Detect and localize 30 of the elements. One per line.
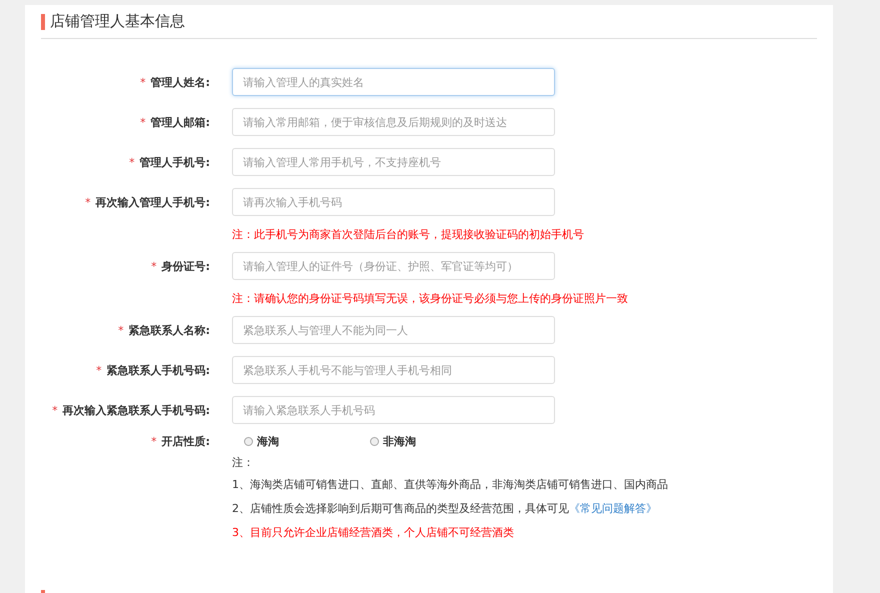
field-label: * 管理人姓名:	[139, 74, 210, 90]
radio-icon[interactable]	[370, 436, 379, 446]
input-field[interactable]: 请输入常用邮箱，便于审核信息及后期规则的及时送达	[232, 108, 555, 136]
section-title: 店铺管理人基本信息	[50, 12, 185, 31]
input-field[interactable]: 紧急联系人手机号不能与管理人手机号相同	[232, 356, 555, 384]
input-field[interactable]: 请输入管理人常用手机号，不支持座机号	[232, 148, 555, 176]
field-label: * 管理人邮箱:	[139, 114, 210, 130]
note-text: 1、海淘类店铺可销售进口、直邮、直供等海外商品，非海淘类店铺可销售进口、国内商品	[232, 476, 668, 492]
notes-heading: 注：	[232, 454, 254, 470]
field-label: * 紧急联系人手机号码:	[95, 362, 210, 378]
note-text: 3、目前只允许企业店铺经营酒类，个人店铺不可经营酒类	[232, 524, 514, 540]
section-marker	[41, 14, 45, 30]
note-text: 注：此手机号为商家首次登陆后台的账号，提现接收验证码的初始手机号	[232, 226, 584, 242]
field-label: * 再次输入紧急联系人手机号码:	[51, 402, 210, 418]
field-label: * 开店性质:	[150, 434, 210, 448]
input-field[interactable]: 请再次输入手机号码	[232, 188, 555, 216]
field-label: * 管理人手机号:	[128, 154, 210, 170]
note-text: 注：请确认您的身份证号码填写无误，该身份证号必须与您上传的身份证照片一致	[232, 290, 628, 306]
input-field[interactable]: 紧急联系人与管理人不能为同一人	[232, 316, 555, 344]
radio-icon[interactable]	[244, 436, 253, 446]
radio-option[interactable]: 海淘	[232, 434, 358, 448]
field-label: * 身份证号:	[150, 258, 210, 274]
note-text: 2、店铺性质会选择影响到后期可售商品的类型及经营范围，具体可见《常见问题解答》	[232, 500, 657, 516]
field-label: * 再次输入管理人手机号:	[84, 194, 210, 210]
faq-link[interactable]: 《常见问题解答》	[569, 502, 657, 514]
radio-option[interactable]: 非海淘	[358, 434, 484, 448]
input-field[interactable]: 请输入管理人的真实姓名	[232, 68, 555, 96]
field-label: * 紧急联系人名称:	[117, 322, 210, 338]
input-field[interactable]: 请输入紧急联系人手机号码	[232, 396, 555, 424]
input-field[interactable]: 请输入管理人的证件号（身份证、护照、军官证等均可）	[232, 252, 555, 280]
